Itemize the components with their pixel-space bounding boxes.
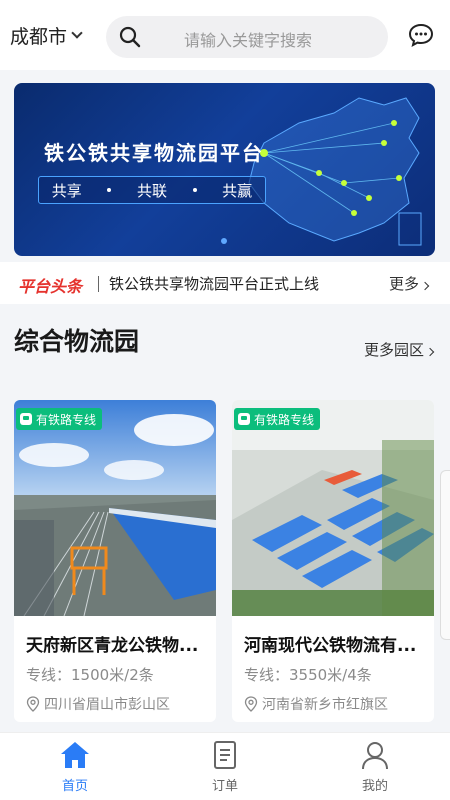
- more-parks-link[interactable]: 更多园区: [363, 339, 435, 360]
- tab-home-label: 首页: [61, 779, 88, 794]
- tab-orders[interactable]: 订单: [150, 733, 300, 800]
- location-pin-icon: [244, 696, 258, 712]
- banner-title: 铁公铁共享物流园平台: [44, 141, 264, 165]
- park-location: 四川省眉山市彭山区: [26, 694, 170, 714]
- chevron-right-icon: [420, 281, 430, 291]
- news-ticker[interactable]: 平台头条 铁公铁共享物流园平台正式上线 更多: [0, 262, 450, 304]
- park-card[interactable]: 有铁路专线 河南现代公铁物流有... 专线：3550米/4条 河南省新乡市红旗区: [232, 400, 434, 722]
- location-pin-icon: [26, 696, 40, 712]
- search-icon: [119, 26, 141, 48]
- park-card[interactable]: 有铁路专线 天府新区青龙公铁物... 专线：1500米/2条 四川省眉山市彭山区: [14, 400, 216, 722]
- news-tag: 平台头条: [18, 277, 83, 296]
- chevron-right-icon: [425, 347, 435, 357]
- tab-home[interactable]: 首页: [0, 733, 150, 800]
- news-headline[interactable]: 铁公铁共享物流园平台正式上线: [109, 273, 319, 294]
- park-name: 河南现代公铁物流有...: [244, 636, 417, 656]
- park-location: 河南省新乡市红旗区: [244, 694, 388, 714]
- city-selector[interactable]: 成都市: [10, 22, 100, 49]
- banner-tag: 共赢: [222, 181, 253, 200]
- park-rail-line: 专线：1500米/2条: [26, 666, 154, 684]
- banner-tag: 共享: [51, 181, 82, 200]
- rail-badge: 有铁路专线: [234, 408, 321, 430]
- rail-badge: 有铁路专线: [16, 408, 103, 430]
- separator-dot: [192, 188, 197, 192]
- search-placeholder: 请输入关键字搜索: [184, 31, 313, 50]
- home-icon: [61, 742, 89, 768]
- top-header: 成都市 请输入关键字搜索: [0, 0, 450, 70]
- news-more-label: 更多: [388, 275, 419, 293]
- park-rail-line: 专线：3550米/4条: [244, 666, 372, 684]
- promo-banner[interactable]: 铁公铁共享物流园平台 共享 共联 共赢: [14, 83, 435, 256]
- orders-icon: [214, 741, 236, 769]
- train-icon: [238, 413, 250, 425]
- china-map-graphic: [248, 97, 422, 246]
- tab-mine-label: 我的: [361, 779, 388, 794]
- park-location-label: 河南省新乡市红旗区: [262, 697, 388, 713]
- banner-tags: 共享 共联 共赢: [38, 176, 266, 204]
- news-more-link[interactable]: 更多: [388, 273, 430, 294]
- user-icon: [362, 742, 388, 770]
- park-photo: 有铁路专线: [232, 400, 434, 616]
- bottom-tab-bar: 首页 订单 我的: [0, 732, 450, 800]
- carousel-indicator[interactable]: [221, 238, 227, 244]
- rail-badge-label: 有铁路专线: [36, 412, 97, 427]
- divider: [98, 276, 99, 292]
- park-location-label: 四川省眉山市彭山区: [44, 697, 170, 713]
- separator-dot: [107, 188, 112, 192]
- side-scroll-handle[interactable]: [440, 470, 450, 640]
- rail-badge-label: 有铁路专线: [254, 412, 315, 427]
- message-icon[interactable]: [408, 22, 434, 48]
- train-icon: [20, 413, 32, 425]
- more-parks-label: 更多园区: [363, 341, 424, 359]
- park-photo: 有铁路专线: [14, 400, 216, 616]
- city-label: 成都市: [10, 25, 68, 48]
- tab-mine[interactable]: 我的: [300, 733, 450, 800]
- tab-orders-label: 订单: [211, 779, 238, 794]
- banner-tag: 共联: [136, 181, 167, 200]
- chevron-down-icon: [71, 26, 83, 39]
- search-bar[interactable]: 请输入关键字搜索: [106, 16, 388, 58]
- park-name: 天府新区青龙公铁物...: [26, 636, 199, 656]
- section-title: 综合物流园: [14, 327, 140, 356]
